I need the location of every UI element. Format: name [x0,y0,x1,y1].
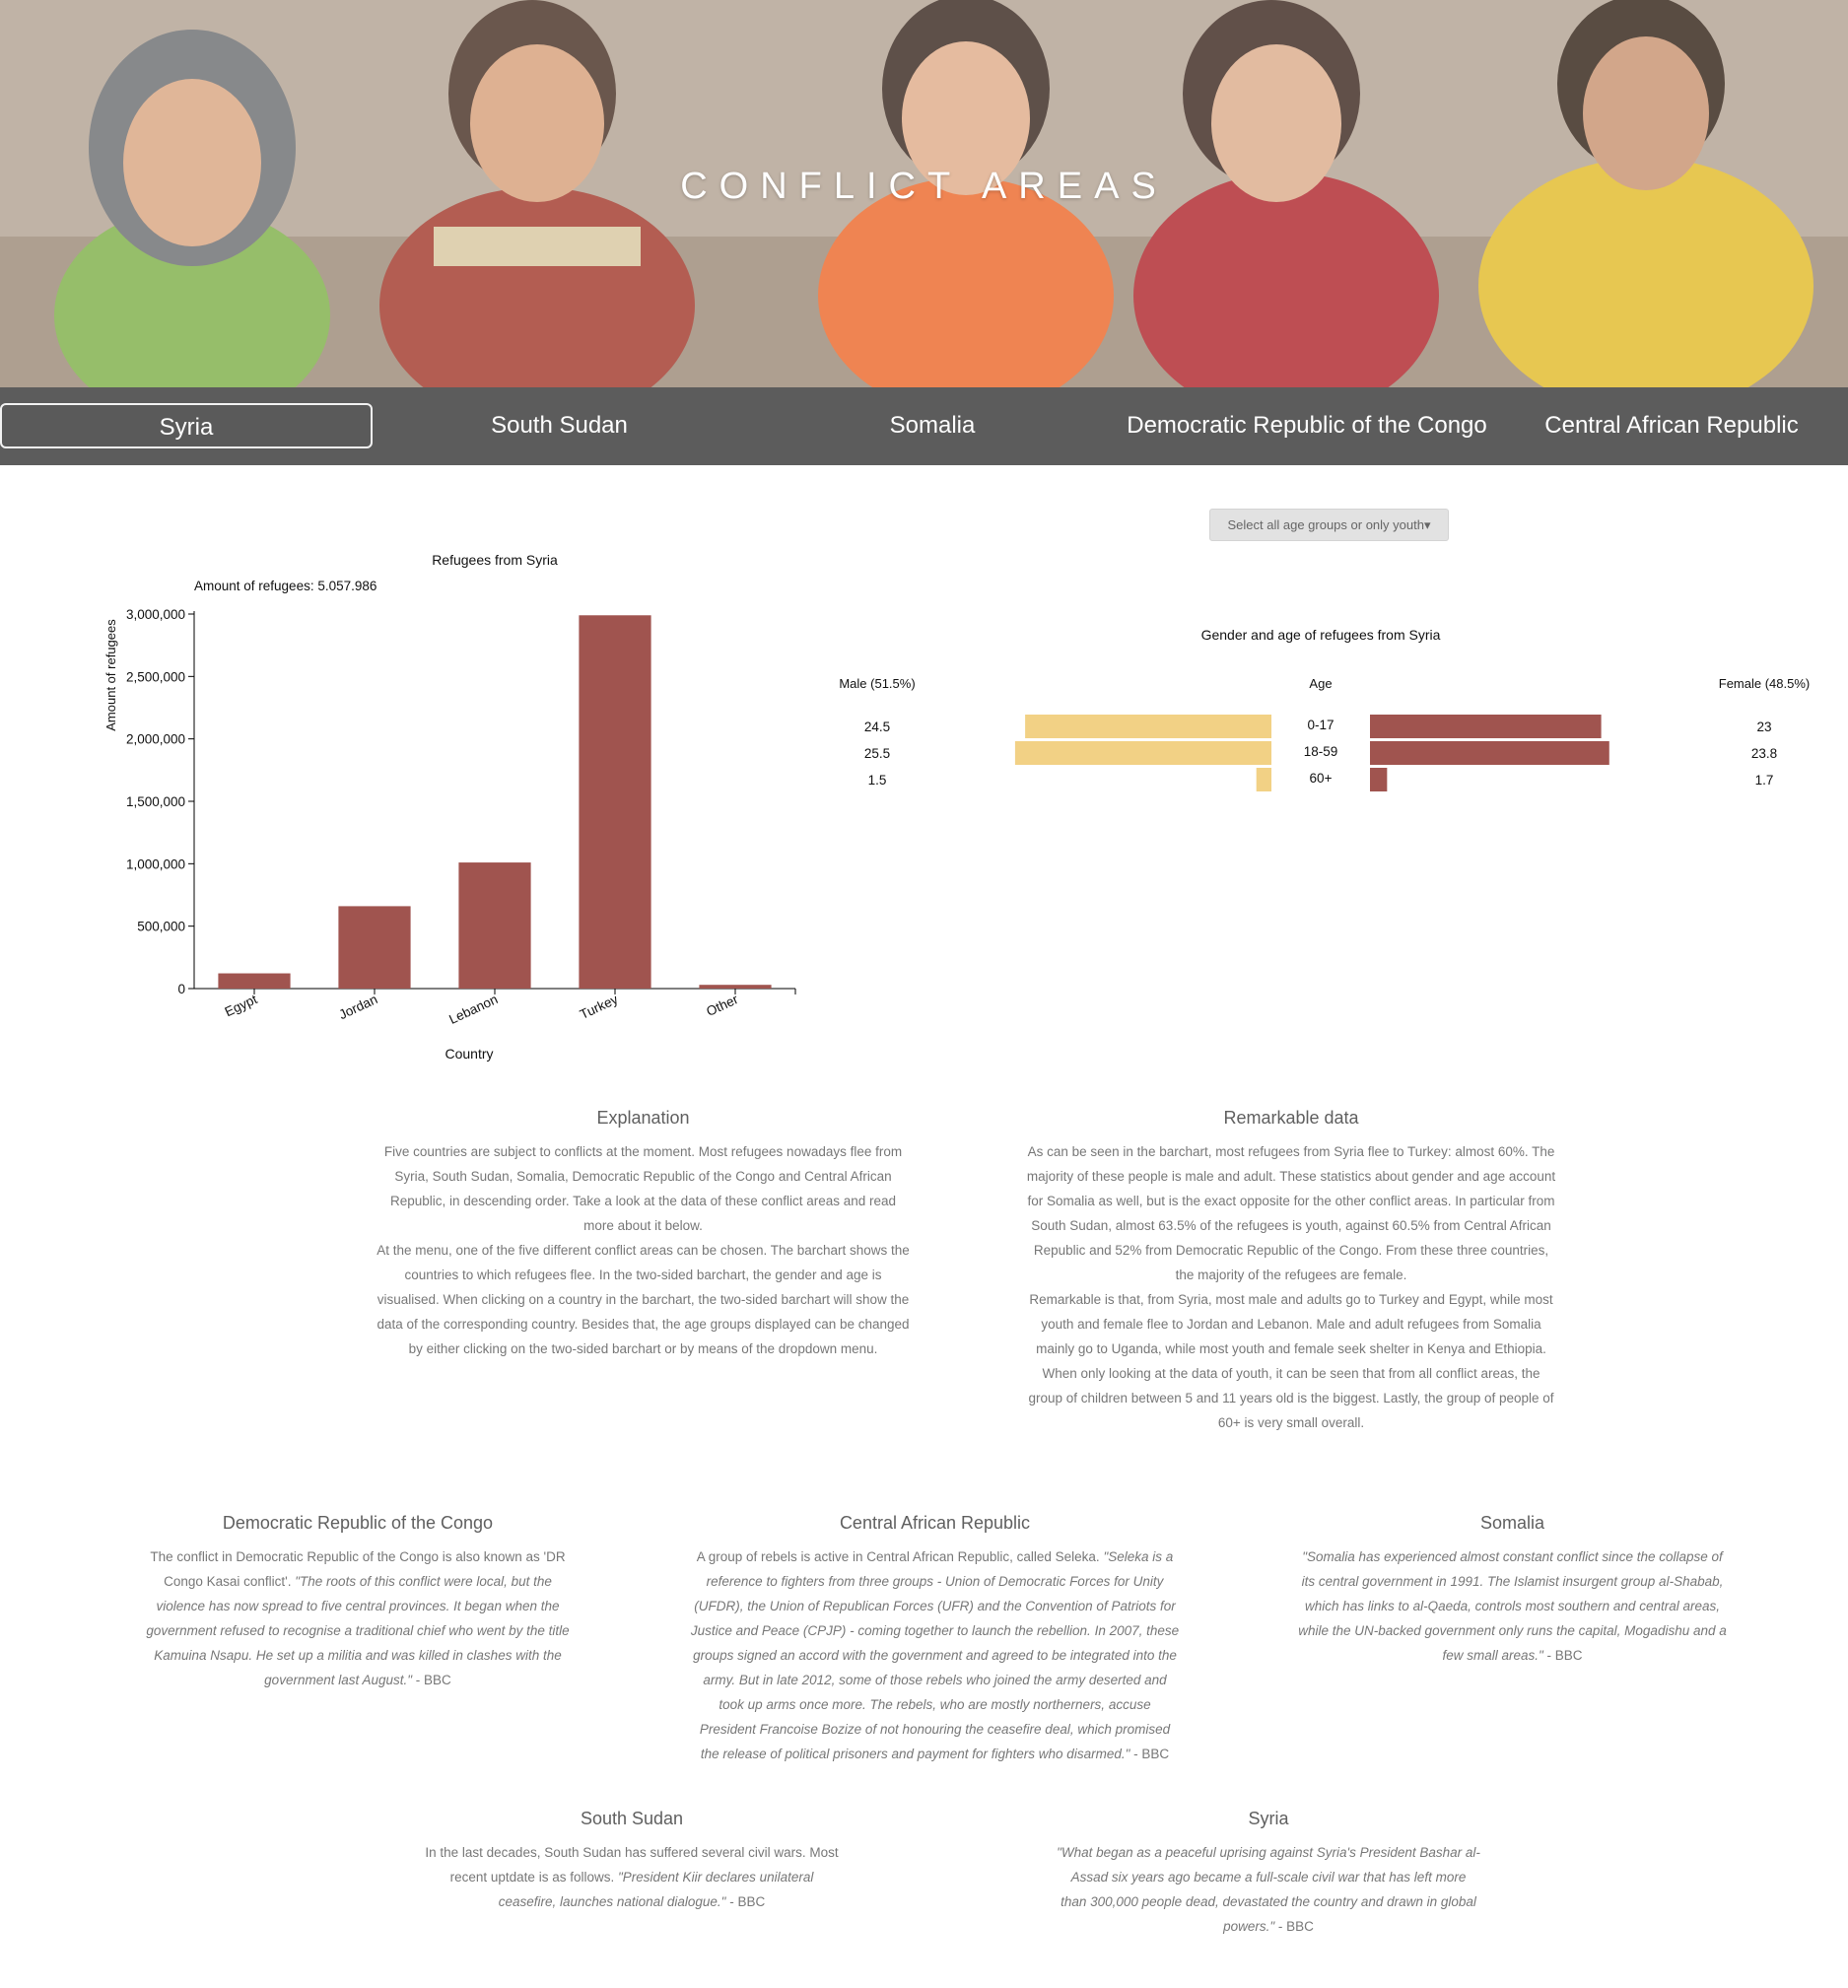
y-axis-label: Amount of refugees [103,619,118,731]
tab-syria[interactable]: Syria [0,403,373,448]
drc-text: The conflict in Democratic Republic of t… [146,1544,570,1692]
male-bar-60+[interactable] [1256,768,1271,791]
gender-age-chart: Gender and age of refugees from Syria Ma… [839,627,1810,791]
female-value-label: 23.8 [1751,746,1777,761]
female-bar-60+[interactable] [1370,768,1388,791]
age-group-label[interactable]: 60+ [1310,771,1333,786]
car-source: - BBC [1129,1747,1170,1761]
age-header: Age [1309,676,1332,691]
female-value-label: 1.7 [1755,773,1774,788]
drc-quote: "The roots of this conflict were local, … [146,1574,570,1687]
tab-drc[interactable]: Democratic Republic of the Congo [1121,403,1493,448]
remarkable-paragraph-1: As can be seen in the barchart, most ref… [1026,1144,1556,1282]
chart-subtitle: Amount of refugees: 5.057.986 [194,579,376,593]
drc-title: Democratic Republic of the Congo [222,1513,494,1533]
y-tick-label: 0 [177,982,185,996]
somalia-title: Somalia [1479,1513,1545,1533]
x-tick-label: Other [704,992,740,1019]
chevron-down-icon: ▾ [1423,517,1431,532]
female-header: Female (48.5%) [1719,676,1810,691]
male-value-label: 1.5 [868,773,887,788]
country-menu: Syria South Sudan Somalia Democratic Rep… [0,387,1848,465]
age-group-label[interactable]: 18-59 [1304,744,1338,759]
somalia-source: - BBC [1542,1648,1583,1663]
tab-south-sudan[interactable]: South Sudan [375,403,744,448]
syria-quote: "What began as a peaceful uprising again… [1057,1845,1480,1934]
male-bar-18-59[interactable] [1014,741,1271,765]
syria-text: "What began as a peaceful uprising again… [1057,1840,1480,1939]
syria-title: Syria [1248,1809,1289,1828]
bar-jordan[interactable] [338,906,411,989]
somalia-text: "Somalia has experienced almost constant… [1297,1544,1728,1668]
x-tick-label: Turkey [578,992,621,1022]
y-tick-label: 2,500,000 [126,669,185,684]
x-tick-label: Egypt [223,992,260,1019]
explanation-paragraph-1: Five countries are subject to conflicts … [383,1144,903,1233]
male-header: Male (51.5%) [839,676,915,691]
y-tick-label: 2,000,000 [126,732,185,747]
x-axis-label: Country [445,1046,493,1062]
page-title: CONFLICT AREAS [680,166,1168,207]
x-tick-label: Lebanon [446,992,500,1027]
female-value-label: 23 [1756,720,1771,734]
bar-other[interactable] [699,985,772,989]
y-tick-label: 1,500,000 [126,794,185,809]
y-tick-label: 3,000,000 [126,607,185,622]
y-tick-label: 1,000,000 [126,857,185,871]
tab-car[interactable]: Central African Republic [1495,403,1848,448]
somalia-quote: "Somalia has experienced almost constant… [1298,1549,1727,1663]
southsudan-text: In the last decades, South Sudan has suf… [424,1840,840,1914]
male-bar-0-17[interactable] [1025,715,1271,738]
x-tick-label: Jordan [337,992,380,1022]
tab-somalia[interactable]: Somalia [746,403,1119,448]
age-group-dropdown[interactable]: Select all age groups or only youth▾ [1209,509,1449,541]
car-intro: A group of rebels is active in Central A… [696,1549,1100,1564]
southsudan-source: - BBC [725,1894,766,1909]
chart-title: Refugees from Syria [432,552,558,568]
remarkable-title: Remarkable data [1223,1108,1359,1128]
bar-egypt[interactable] [218,973,291,989]
remarkable-text: As can be seen in the barchart, most ref… [1025,1139,1557,1435]
bar-lebanon[interactable] [458,862,531,989]
hero-banner: CONFLICT AREAS [0,0,1848,387]
car-title: Central African Republic [839,1513,1031,1533]
remarkable-paragraph-2: Remarkable is that, from Syria, most mal… [1028,1292,1554,1430]
dropdown-label: Select all age groups or only youth [1227,517,1424,532]
pyramid-title: Gender and age of refugees from Syria [1201,627,1441,643]
car-quote: "Seleka is a reference to fighters from … [690,1549,1180,1761]
female-bar-0-17[interactable] [1370,715,1602,738]
male-value-label: 25.5 [864,746,890,761]
explanation-title: Explanation [596,1108,690,1128]
y-tick-label: 500,000 [137,920,185,934]
car-text: A group of rebels is active in Central A… [690,1544,1180,1766]
explanation-text: Five countries are subject to conflicts … [375,1139,912,1361]
male-value-label: 24.5 [864,720,890,734]
refugee-bar-chart: Refugees from Syria Amount of refugees: … [103,552,796,1062]
drc-source: - BBC [412,1673,451,1687]
syria-source: - BBC [1274,1919,1314,1934]
southsudan-title: South Sudan [580,1809,684,1828]
explanation-paragraph-2: At the menu, one of the five different c… [376,1243,910,1356]
bar-turkey[interactable] [579,615,651,989]
age-group-label[interactable]: 0-17 [1307,718,1334,732]
female-bar-18-59[interactable] [1370,741,1609,765]
